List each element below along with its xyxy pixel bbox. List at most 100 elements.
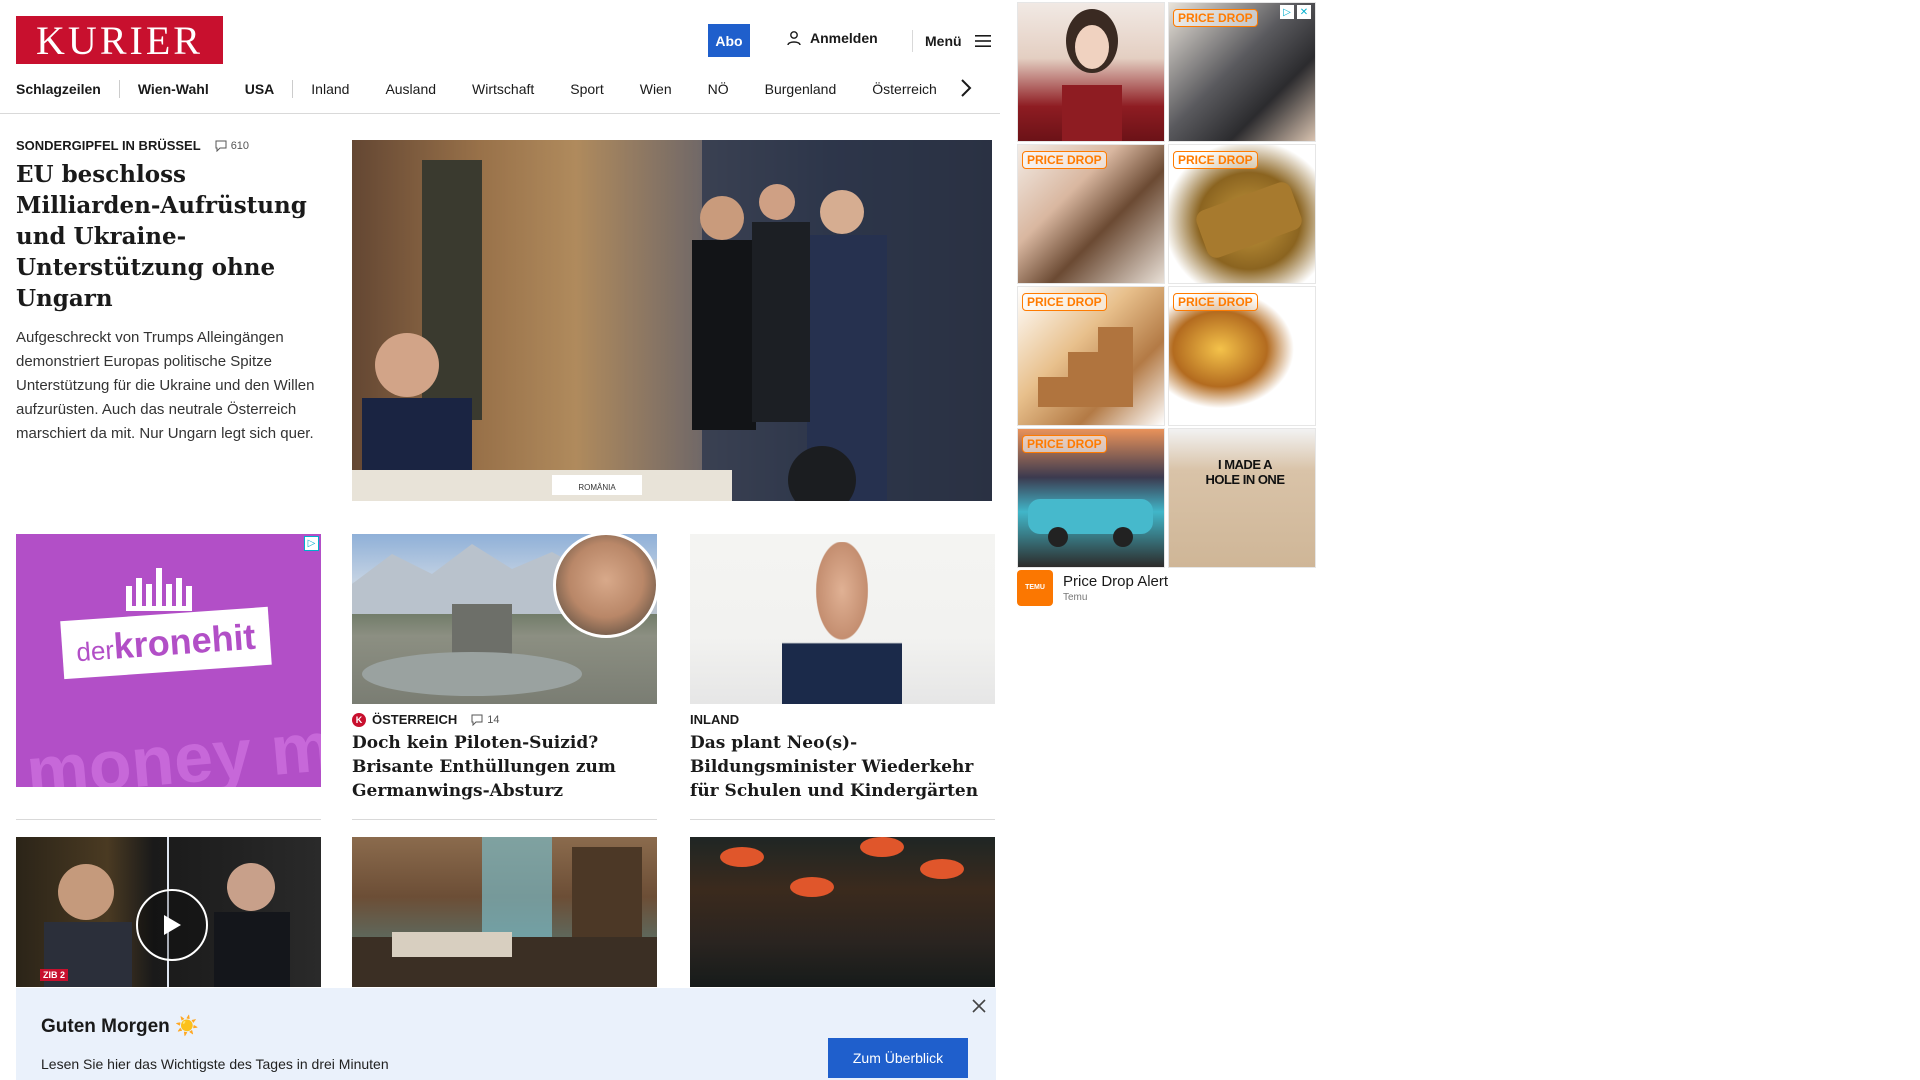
logo-text: KURIER — [36, 17, 203, 63]
lead-image[interactable]: ROMÂNIA — [352, 140, 992, 501]
overview-button[interactable]: Zum Überblick — [828, 1038, 968, 1078]
nav-item-noe[interactable]: NÖ — [708, 81, 729, 97]
article-image[interactable] — [352, 837, 657, 987]
nav-item-oesterreich[interactable]: Österreich — [872, 81, 937, 97]
lamp-shape — [860, 837, 904, 857]
user-icon — [787, 31, 801, 46]
nav-item-schlagzeilen[interactable]: Schlagzeilen — [16, 81, 101, 97]
site-header: KURIER Abo Anmelden Menü Schlagzeilen Wi… — [0, 0, 1000, 114]
ad-product-earrings[interactable]: PRICE DROP — [1017, 144, 1165, 284]
article-image[interactable] — [690, 534, 995, 704]
video-thumbnail[interactable]: ZIB 2 — [16, 837, 321, 987]
lead-title[interactable]: EU beschloss Milliarden-Aufrüstung und U… — [16, 159, 321, 314]
tshirt-print-text: I MADE A HOLE IN ONE — [1205, 457, 1285, 487]
nav-item-wirtschaft[interactable]: Wirtschaft — [472, 81, 534, 97]
temu-ad-source: Temu — [1063, 592, 1088, 603]
lead-image-nameplate: ROMÂNIA — [578, 483, 616, 492]
ad-product-car-art[interactable]: PRICE DROP — [1017, 428, 1165, 568]
banner-text: Lesen Sie hier das Wichtigste des Tages … — [41, 1056, 389, 1072]
nav-next-button[interactable] — [960, 78, 972, 104]
kronehit-prefix: der — [75, 634, 115, 668]
adchoices-icon[interactable]: ▷ — [304, 536, 319, 551]
dress-product-image — [1062, 9, 1122, 141]
temu-ad-title: Price Drop Alert — [1063, 573, 1169, 590]
menu-label: Menü — [925, 33, 962, 49]
comment-icon — [215, 140, 227, 152]
ad-product-tshirt[interactable]: I MADE A HOLE IN ONE — [1168, 428, 1316, 568]
zib-badge: ZIB 2 — [40, 969, 69, 981]
article-tile-interior[interactable] — [352, 837, 657, 987]
nav-item-burgenland[interactable]: Burgenland — [765, 81, 837, 97]
article-tile-restaurant[interactable] — [690, 837, 995, 987]
close-icon — [972, 999, 986, 1013]
nav-item-wien-wahl[interactable]: Wien-Wahl — [138, 81, 209, 97]
tile-kicker-text: ÖSTERREICH — [372, 712, 458, 727]
ad-product-bulbs[interactable]: PRICE DROP — [1168, 286, 1316, 426]
tile-kicker: INLAND — [690, 712, 995, 727]
price-drop-badge: PRICE DROP — [1173, 151, 1258, 169]
interior-scene — [352, 837, 657, 987]
lead-kicker-text: SONDERGIPFEL IN BRÜSSEL — [16, 138, 201, 153]
lead-comment-count: 610 — [230, 139, 250, 152]
row-divider — [352, 819, 657, 820]
price-drop-badge: PRICE DROP — [1173, 9, 1258, 27]
ad-product-pet-stairs[interactable]: PRICE DROP — [1017, 286, 1165, 426]
nav-item-wien[interactable]: Wien — [640, 81, 672, 97]
abo-button[interactable]: Abo — [708, 24, 750, 57]
row-divider — [16, 819, 321, 820]
lead-article[interactable]: SONDERGIPFEL IN BRÜSSEL 610 EU beschloss… — [16, 138, 321, 446]
nav-item-inland[interactable]: Inland — [311, 81, 349, 97]
lamp-shape — [920, 859, 964, 879]
tile-kicker-text: INLAND — [690, 712, 740, 727]
article-image[interactable] — [690, 837, 995, 987]
play-icon — [164, 915, 181, 935]
pilot-portrait-inset — [553, 534, 657, 638]
chevron-right-icon — [961, 79, 972, 97]
main-nav: Schlagzeilen Wien-Wahl USA Inland Auslan… — [16, 78, 973, 100]
kronehit-brand: kronehit — [112, 615, 257, 667]
hamburger-icon — [974, 35, 991, 47]
temu-logo: TEMU — [1017, 570, 1053, 606]
video-tile-zib[interactable]: ZIB 2 — [16, 837, 321, 987]
nav-item-ausland[interactable]: Ausland — [385, 81, 436, 97]
ad-product-cryptex[interactable]: PRICE DROP — [1168, 144, 1316, 284]
article-tile-germanwings[interactable]: K ÖSTERREICH 14 Doch kein Piloten-Suizid… — [352, 534, 657, 803]
article-image[interactable] — [352, 534, 657, 704]
crown-icon — [126, 568, 192, 611]
comment-icon — [471, 714, 483, 726]
lead-teaser: Aufgeschreckt von Trumps Alleingängen de… — [16, 329, 315, 442]
banner-close-button[interactable] — [972, 996, 986, 1019]
lead-image-scene: ROMÂNIA — [352, 140, 992, 501]
tile-title[interactable]: Doch kein Piloten-Suizid? Brisante Enthü… — [352, 731, 657, 803]
kronehit-ad[interactable]: money m derkronehit ▷ — [16, 534, 321, 787]
lead-comments[interactable]: 610 — [215, 140, 249, 152]
tile-title[interactable]: Das plant Neo(s)-Bildungsminister Wieder… — [690, 731, 995, 803]
article-tile-wiederkehr[interactable]: INLAND Das plant Neo(s)-Bildungsminister… — [690, 534, 995, 803]
nav-separator — [118, 80, 120, 98]
tile-kicker: K ÖSTERREICH 14 — [352, 712, 657, 727]
close-icon[interactable]: ✕ — [1297, 5, 1311, 19]
row-divider — [690, 819, 995, 820]
tile-comments[interactable]: 14 — [471, 714, 499, 726]
temu-ad-text: Price Drop Alert Temu — [1063, 573, 1168, 603]
tile-comment-count: 14 — [487, 713, 500, 726]
play-button[interactable] — [136, 889, 208, 961]
ad-background-text: money m — [23, 706, 321, 787]
nav-item-sport[interactable]: Sport — [570, 81, 603, 97]
login-label: Anmelden — [810, 30, 878, 46]
lamp-shape — [790, 877, 834, 897]
temu-ad-footer[interactable]: TEMU Price Drop Alert Temu — [1017, 567, 1317, 609]
nav-item-usa[interactable]: USA — [245, 81, 275, 97]
menu-button[interactable]: Menü — [912, 30, 992, 52]
lamp-shape — [720, 847, 764, 867]
ad-controls: ▷ ✕ — [1280, 5, 1311, 19]
ad-product-pens[interactable]: PRICE DROP ▷ ✕ — [1168, 2, 1316, 142]
price-drop-badge: PRICE DROP — [1022, 293, 1107, 311]
morning-briefing-banner: Guten Morgen ☀️ Lesen Sie hier das Wicht… — [16, 988, 996, 1080]
lead-kicker: SONDERGIPFEL IN BRÜSSEL 610 — [16, 138, 321, 153]
login-link[interactable]: Anmelden — [786, 30, 878, 46]
ad-product-dress[interactable] — [1017, 2, 1165, 142]
kurier-logo[interactable]: KURIER — [16, 16, 223, 64]
adchoices-icon[interactable]: ▷ — [1280, 5, 1294, 19]
price-drop-badge: PRICE DROP — [1022, 151, 1107, 169]
